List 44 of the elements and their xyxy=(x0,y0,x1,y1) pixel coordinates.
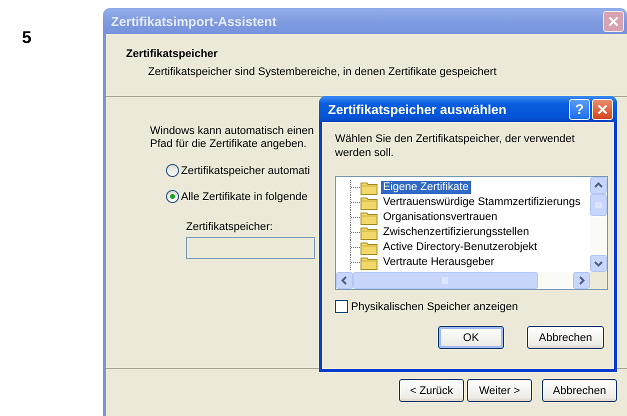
scroll-up-icon[interactable] xyxy=(590,177,607,194)
ok-button[interactable]: OK xyxy=(438,326,504,349)
intro-text: Windows kann automatisch einen xyxy=(150,125,314,138)
radio-label: Alle Zertifikate in folgende xyxy=(181,190,308,202)
store-field[interactable] xyxy=(186,237,315,259)
checkbox[interactable] xyxy=(335,300,348,313)
dialog-title: Zertifikatspeicher auswählen xyxy=(328,102,508,116)
next-button[interactable]: Weiter > xyxy=(467,379,532,402)
checkbox-label: Physikalischen Speicher anzeigen xyxy=(351,300,518,312)
folder-icon xyxy=(360,256,378,270)
window-title: Zertifikatsimport-Assistent xyxy=(111,14,278,28)
tree-item[interactable]: Eigene Zertifikate xyxy=(381,181,471,194)
scroll-thumb[interactable] xyxy=(590,194,607,216)
vertical-scrollbar[interactable] xyxy=(590,177,607,272)
scroll-right-icon[interactable] xyxy=(573,272,590,289)
field-label: Zertifikatspeicher: xyxy=(186,221,273,233)
folder-icon xyxy=(360,196,378,210)
scroll-down-icon[interactable] xyxy=(590,255,607,272)
cancel-button[interactable]: Abbrechen xyxy=(542,379,617,402)
intro-text: Pfad für die Zertifikate angeben. xyxy=(150,138,307,151)
step-number: 5 xyxy=(22,28,32,48)
radio-button[interactable] xyxy=(166,164,179,177)
radio-button[interactable] xyxy=(166,190,179,203)
folder-icon xyxy=(360,240,378,254)
radio-label: Zertifikatspeicher automati xyxy=(181,164,310,176)
back-button[interactable]: < Zurück xyxy=(399,379,464,402)
cancel-button[interactable]: Abbrechen xyxy=(527,326,604,349)
tree-item[interactable]: Active Directory-Benutzerobjekt xyxy=(381,241,540,254)
page-heading: Zertifikatspeicher xyxy=(126,48,219,60)
tree-item[interactable]: Zwischenzertifizierungsstellen xyxy=(381,226,532,239)
horizontal-scrollbar[interactable] xyxy=(336,272,590,289)
close-icon xyxy=(597,104,608,114)
scroll-left-icon[interactable] xyxy=(336,272,353,289)
tree-item[interactable]: Organisationsvertrauen xyxy=(381,211,500,224)
folder-icon xyxy=(360,226,378,240)
tree-item[interactable]: Vertrauenswürdige Stammzertifizierungs xyxy=(381,196,582,209)
page-subtitle: Zertifikatspeicher sind Systembereiche, in denen Zertifikate gespeichert xyxy=(147,66,498,78)
tree-item[interactable]: Vertraute Herausgeber xyxy=(381,256,496,269)
scrollbar-corner xyxy=(590,272,607,289)
instruction-text: Wählen Sie den Zertifikatspeicher, der verwendet werden soll. xyxy=(335,132,576,160)
folder-icon xyxy=(360,180,378,194)
scroll-thumb[interactable] xyxy=(353,272,538,289)
folder-icon xyxy=(360,210,378,224)
close-icon xyxy=(608,16,619,26)
